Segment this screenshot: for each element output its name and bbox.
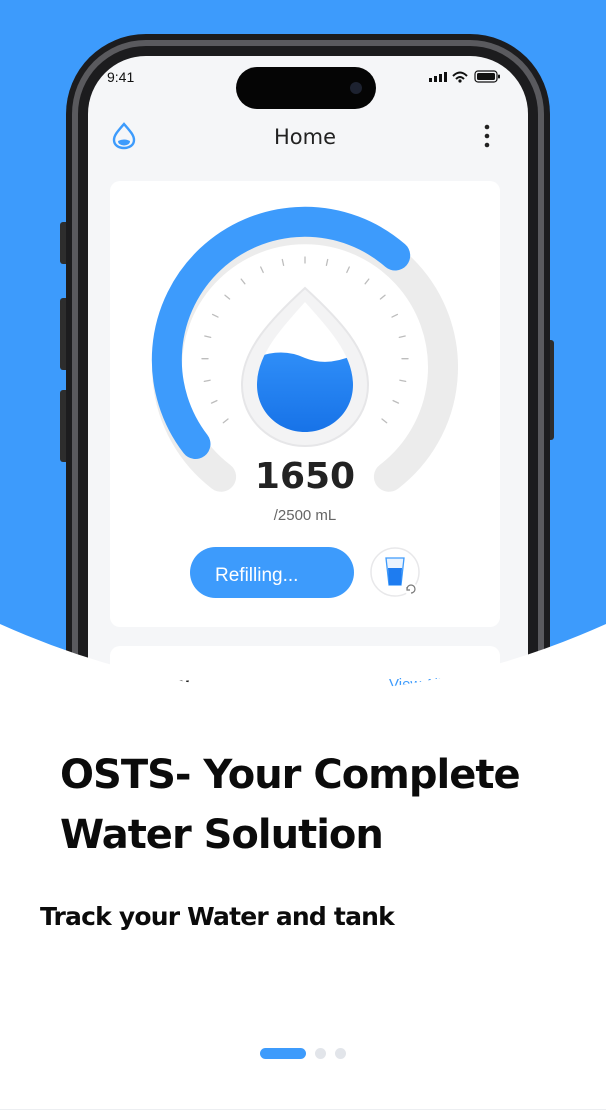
status-time: 9:41 bbox=[107, 69, 134, 85]
app-title: Home bbox=[274, 125, 336, 149]
onboarding-headline: OSTS- Your Complete Water Solution bbox=[60, 745, 580, 865]
glass-refresh-icon[interactable] bbox=[370, 547, 420, 597]
bottom-divider bbox=[0, 1109, 606, 1110]
intake-goal: /2500 mL bbox=[274, 507, 337, 524]
phone-mockup: 9:41 Home 1650 /2500 mL Refilling... bbox=[0, 34, 606, 700]
page-dot-2[interactable] bbox=[315, 1048, 326, 1059]
more-vert-icon[interactable] bbox=[484, 124, 490, 148]
headline-line-2: Water Solution bbox=[60, 812, 384, 858]
headline-line-1: OSTS- Your Complete bbox=[60, 752, 521, 798]
page-dot-1[interactable] bbox=[260, 1048, 306, 1059]
page-dot-3[interactable] bbox=[335, 1048, 346, 1059]
refill-button-label: Refilling... bbox=[215, 565, 298, 586]
onboarding-subtitle: Track your Water and tank bbox=[40, 902, 395, 931]
hero-banner: 9:41 Home 1650 /2500 mL Refilling... bbox=[0, 0, 606, 700]
page-indicator bbox=[260, 1048, 346, 1059]
front-camera bbox=[350, 82, 362, 94]
intake-value: 1650 bbox=[255, 456, 355, 497]
refill-button[interactable]: Refilling... bbox=[190, 547, 354, 598]
